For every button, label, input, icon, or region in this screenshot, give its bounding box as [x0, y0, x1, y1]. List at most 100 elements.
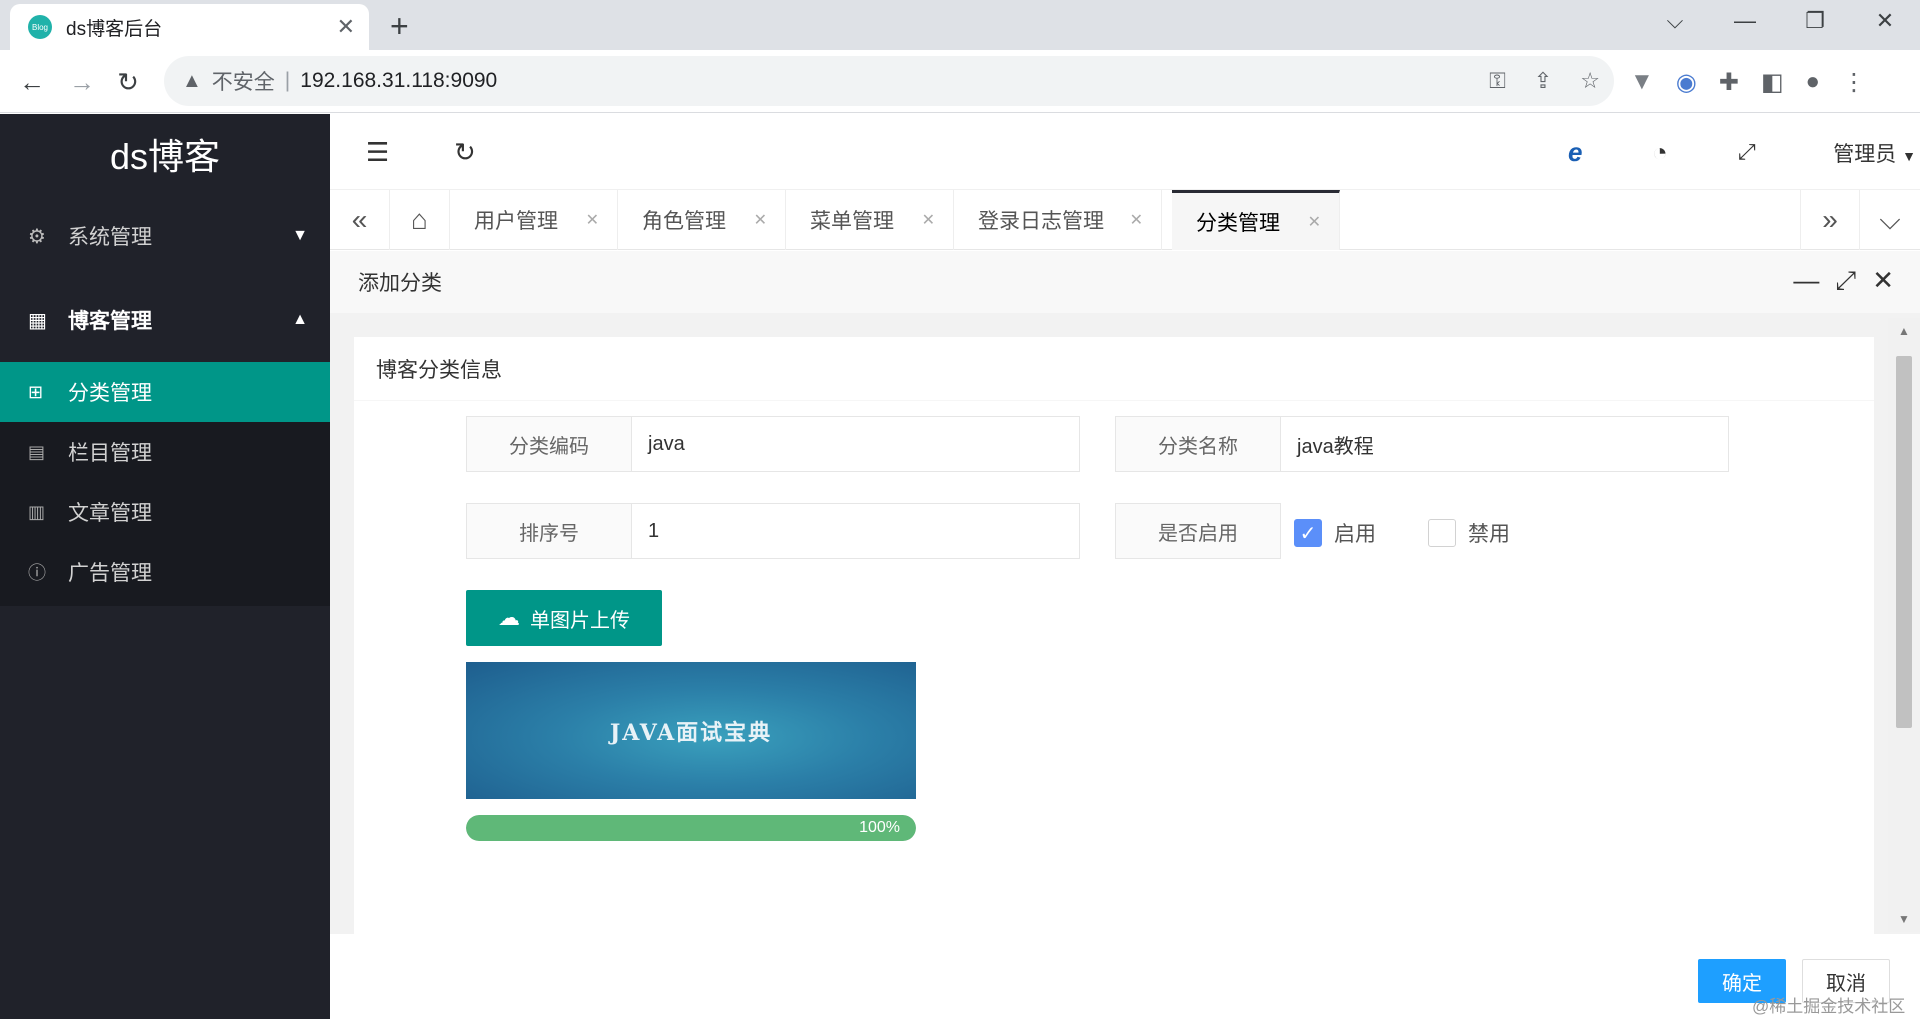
columns-icon: ▤: [28, 441, 46, 462]
key-icon[interactable]: ⚿: [1489, 68, 1506, 94]
profile-avatar-icon[interactable]: ●: [1806, 68, 1821, 96]
tab-category-management[interactable]: 分类管理 ✕: [1172, 190, 1340, 250]
tab-search-chevron-icon[interactable]: ⌵: [1640, 0, 1710, 42]
tab-user-management[interactable]: 用户管理 ✕: [450, 190, 618, 250]
gear-icon: ⚙: [28, 225, 46, 248]
sidebar-item-article[interactable]: ▥ 文章管理: [0, 482, 330, 542]
close-icon[interactable]: ✕: [1308, 212, 1321, 232]
checkbox-checked-icon[interactable]: ✓: [1294, 519, 1322, 547]
reload-button[interactable]: ↻: [108, 62, 148, 102]
restore-button[interactable]: ❐: [1780, 0, 1850, 42]
progress-text: 100%: [859, 819, 900, 836]
caret-down-icon: ▼: [292, 227, 308, 244]
refresh-icon[interactable]: ↻: [454, 132, 476, 172]
sidebar-group-label: 系统管理: [68, 226, 152, 249]
name-label: 分类名称: [1115, 416, 1281, 472]
close-icon[interactable]: ✕: [1872, 265, 1894, 297]
code-input[interactable]: java: [632, 416, 1080, 472]
sidebar-group-label: 博客管理: [68, 310, 152, 333]
upload-button-label: 单图片上传: [530, 609, 630, 632]
sidebar-group-system[interactable]: ⚙ 系统管理 ▼: [0, 194, 330, 278]
admin-menu[interactable]: 管理员 ▼: [1833, 138, 1916, 168]
browser-tabstrip: Blog ds博客后台 ✕ + ⌵ — ❐ ✕: [0, 0, 1920, 50]
browser-tab[interactable]: Blog ds博客后台 ✕: [10, 4, 369, 50]
side-panel-icon[interactable]: ◧: [1761, 68, 1784, 97]
scroll-thumb[interactable]: [1896, 356, 1912, 728]
tab-login-log-management[interactable]: 登录日志管理 ✕: [954, 190, 1162, 250]
tab-label: 用户管理: [474, 210, 558, 233]
tab-menu-management[interactable]: 菜单管理 ✕: [786, 190, 954, 250]
more-menu-icon[interactable]: ⋮: [1842, 68, 1866, 97]
ie-browser-icon[interactable]: e: [1568, 132, 1582, 172]
sidebar-group-blog[interactable]: ▦ 博客管理 ▲: [0, 278, 330, 362]
minimize-button[interactable]: —: [1710, 0, 1780, 42]
tab-role-management[interactable]: 角色管理 ✕: [618, 190, 786, 250]
disable-option-label: 禁用: [1468, 523, 1510, 546]
sidebar-item-label: 文章管理: [68, 502, 152, 525]
sidebar-item-label: 栏目管理: [68, 442, 152, 465]
puzzle-icon[interactable]: ✚: [1719, 68, 1739, 97]
close-tab-icon[interactable]: ✕: [337, 14, 355, 40]
url-text: 192.168.31.118:9090: [300, 69, 498, 92]
tabs-dropdown-icon[interactable]: ⌵: [1860, 190, 1920, 250]
bookmark-star-icon[interactable]: ☆: [1580, 68, 1600, 94]
home-tab-icon[interactable]: ⌂: [390, 190, 450, 250]
watermark: @稀土掘金技术社区: [1752, 997, 1906, 1016]
name-input[interactable]: java教程: [1281, 416, 1729, 472]
dialog-scrollbar[interactable]: ▲ ▼: [1888, 318, 1920, 932]
sidebar-item-column[interactable]: ▤ 栏目管理: [0, 422, 330, 482]
divider: |: [284, 69, 291, 92]
forward-button[interactable]: →: [62, 62, 102, 102]
checkbox-unchecked-icon[interactable]: [1428, 519, 1456, 547]
upload-image-button[interactable]: ☁ 单图片上传: [466, 590, 662, 646]
close-icon[interactable]: ✕: [922, 210, 935, 230]
browser-toolbar: ← → ↻ ▲ 不安全 | 192.168.31.118:9090 ⚿ ⇪ ☆ …: [0, 50, 1920, 113]
sidebar-item-label: 分类管理: [68, 382, 152, 405]
disable-option[interactable]: 禁用: [1428, 518, 1510, 548]
browser-tab-title: ds博客后台: [66, 18, 163, 40]
sidebar: ds博客 ⚙ 系统管理 ▼ ▦ 博客管理 ▲ ⊞ 分类管理 ▤ 栏目管理 ▥ 文…: [0, 114, 330, 1019]
brand-logo[interactable]: ds博客: [0, 114, 330, 194]
share-icon[interactable]: ⇪: [1534, 68, 1552, 94]
tab-label: 角色管理: [642, 210, 726, 233]
scroll-up-icon[interactable]: ▲: [1898, 324, 1910, 338]
tabs-scroll-right-icon[interactable]: »: [1800, 190, 1860, 250]
info-icon: ⓘ: [28, 563, 46, 583]
menu-toggle-icon[interactable]: ☰: [366, 132, 389, 172]
extension-circle-icon[interactable]: ◉: [1676, 68, 1697, 97]
close-icon[interactable]: ✕: [1130, 210, 1143, 230]
close-icon[interactable]: ✕: [586, 210, 599, 230]
scroll-down-icon[interactable]: ▼: [1898, 912, 1910, 926]
document-icon: ▥: [28, 501, 46, 522]
dialog-title: 添加分类: [358, 272, 442, 295]
maximize-icon[interactable]: ⤢: [1835, 265, 1856, 297]
window-controls: ⌵ — ❐ ✕: [1640, 0, 1920, 42]
insecure-label: 不安全: [211, 71, 275, 94]
fullscreen-icon[interactable]: ⤢: [1738, 132, 1756, 172]
close-icon[interactable]: ✕: [754, 210, 767, 230]
sidebar-item-ads[interactable]: ⓘ 广告管理: [0, 542, 330, 602]
sort-label: 排序号: [466, 503, 632, 559]
progress-fill: 100%: [466, 815, 916, 841]
address-bar[interactable]: ▲ 不安全 | 192.168.31.118:9090 ⚿ ⇪ ☆: [164, 56, 1614, 106]
back-button[interactable]: ←: [12, 62, 52, 102]
tabs-scroll-left-icon[interactable]: «: [330, 190, 390, 250]
palette-icon[interactable]: ◔: [1652, 132, 1668, 172]
new-tab-button[interactable]: +: [390, 8, 409, 45]
tab-label: 菜单管理: [810, 210, 894, 233]
minimize-icon[interactable]: —: [1793, 265, 1819, 297]
upload-progress-bar: 100%: [466, 815, 916, 841]
extensions-bar: ▼ ◉ ✚ ◧ ● ⋮: [1630, 62, 1866, 102]
sort-input[interactable]: 1: [632, 503, 1080, 559]
caret-down-icon: ▼: [1902, 148, 1916, 164]
card-title: 博客分类信息: [354, 337, 1874, 401]
close-window-button[interactable]: ✕: [1850, 0, 1920, 42]
app-header: ☰ ↻ e ◔ ⤢ 管理员 ▼: [330, 114, 1920, 190]
calendar-icon: ▦: [28, 309, 47, 332]
dialog-header: 添加分类 — ⤢ ✕: [330, 251, 1920, 313]
omnibox-actions: ⚿ ⇪ ☆: [1489, 56, 1600, 106]
enable-option[interactable]: ✓ 启用: [1294, 518, 1376, 548]
sidebar-item-category[interactable]: ⊞ 分类管理: [0, 362, 330, 422]
image-preview: JAVA面试宝典: [466, 662, 916, 799]
vue-devtools-icon[interactable]: ▼: [1630, 68, 1654, 96]
